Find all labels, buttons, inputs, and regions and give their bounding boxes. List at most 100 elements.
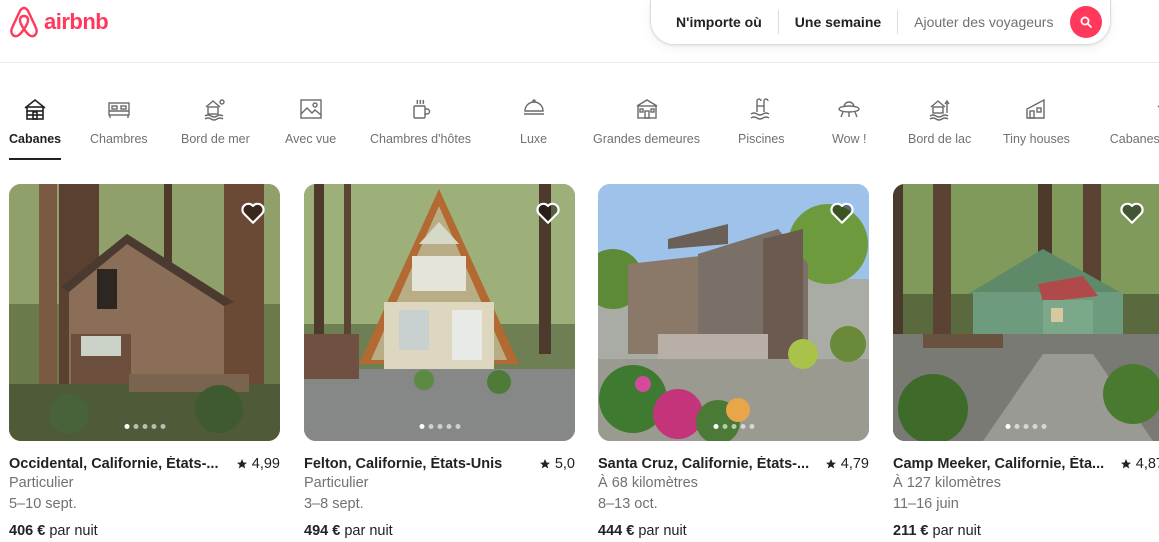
pagination-dot[interactable]	[455, 424, 460, 429]
category-grandes-demeures[interactable]: Grandes demeures	[593, 63, 700, 161]
listing-card[interactable]: Occidental, Californie, États-... 4,99 P…	[9, 184, 280, 539]
category-chambres-d-hotes[interactable]: Chambres d'hôtes	[370, 63, 471, 161]
pagination-dot[interactable]	[749, 424, 754, 429]
category-label: Chambres	[90, 132, 148, 146]
category-cabanes-perchees[interactable]: Cabanes p	[1101, 63, 1159, 161]
cabin-icon	[22, 96, 48, 122]
listing-card[interactable]: Santa Cruz, Californie, États-... 4,79 À…	[598, 184, 869, 539]
brand-name: airbnb	[44, 9, 109, 34]
photo-pagination	[419, 424, 460, 429]
listing-photo[interactable]	[9, 184, 280, 441]
listing-dates: 11–16 juin	[893, 496, 959, 512]
pagination-dot[interactable]	[160, 424, 165, 429]
search-bar[interactable]: N'importe où Une semaine Ajouter des voy…	[650, 0, 1111, 45]
heart-icon[interactable]	[535, 200, 561, 226]
listing-location: Santa Cruz, Californie, États-...	[598, 455, 810, 472]
heart-icon[interactable]	[240, 200, 266, 226]
star-icon	[236, 458, 247, 468]
pagination-dot[interactable]	[731, 424, 736, 429]
pagination-dot[interactable]	[428, 424, 433, 429]
listing-dates: 8–13 oct.	[598, 496, 658, 512]
category-label: Piscines	[738, 132, 785, 146]
search-icon	[1080, 16, 1092, 28]
photo-pagination	[713, 424, 754, 429]
listing-rating: 4,99	[236, 456, 280, 472]
airbnb-logo-icon	[10, 6, 38, 38]
listing-rating: 4,79	[825, 456, 869, 472]
listing-price: 494 €	[304, 523, 341, 539]
category-bord-de-mer[interactable]: Bord de mer	[181, 63, 250, 161]
listing-info: Occidental, Californie, États-... 4,99 P…	[9, 441, 280, 540]
star-icon	[1120, 458, 1131, 468]
listing-info: Felton, Californie, États-Unis 5,0 Parti…	[304, 441, 575, 540]
pool-icon	[748, 96, 774, 122]
search-when[interactable]: Une semaine	[779, 0, 897, 44]
coffee-icon	[408, 96, 434, 122]
listing-location: Camp Meeker, Californie, Éta...	[893, 455, 1105, 472]
bed-icon	[106, 96, 132, 122]
listing-info: Camp Meeker, Californie, Éta... 4,87 À 1…	[893, 441, 1159, 540]
listing-dates: 5–10 sept.	[9, 496, 77, 512]
search-who[interactable]: Ajouter des voyageurs	[898, 0, 1053, 44]
pagination-dot[interactable]	[740, 424, 745, 429]
category-label: Tiny houses	[1003, 132, 1070, 146]
listing-photo[interactable]	[598, 184, 869, 441]
rating-value: 4,99	[251, 455, 280, 472]
category-cabanes[interactable]: Cabanes	[9, 63, 62, 161]
pagination-dot[interactable]	[1014, 424, 1020, 429]
photo-pagination	[1005, 424, 1047, 429]
pagination-dot[interactable]	[713, 424, 718, 429]
lake-icon	[927, 96, 953, 122]
price-suffix: par nuit	[932, 523, 981, 539]
pagination-dot[interactable]	[1041, 424, 1047, 429]
rating-value: 5,0	[554, 455, 575, 472]
category-label: Cabanes	[9, 132, 62, 146]
category-luxe[interactable]: Luxe	[520, 63, 547, 161]
pagination-dot[interactable]	[142, 424, 147, 429]
category-label: Grandes demeures	[593, 132, 701, 146]
search-button[interactable]	[1070, 6, 1102, 38]
category-bord-de-lac[interactable]: Bord de lac	[908, 63, 971, 161]
pagination-dot[interactable]	[124, 424, 129, 429]
pagination-dot[interactable]	[1032, 424, 1038, 429]
pagination-dot[interactable]	[1005, 424, 1011, 429]
listing-price: 406 €	[9, 523, 46, 539]
listing-photo[interactable]	[893, 184, 1159, 441]
pagination-dot[interactable]	[437, 424, 442, 429]
listing-photo[interactable]	[304, 184, 575, 441]
view-icon	[298, 96, 324, 122]
star-icon	[825, 458, 836, 468]
ufo-icon	[836, 96, 862, 122]
heart-icon[interactable]	[829, 200, 855, 226]
category-piscines[interactable]: Piscines	[738, 63, 785, 161]
price-suffix: par nuit	[49, 523, 98, 539]
pagination-dot[interactable]	[446, 424, 451, 429]
category-label: Cabanes p	[1109, 132, 1159, 146]
heart-icon[interactable]	[1119, 200, 1145, 226]
tiny-house-icon	[1023, 96, 1049, 122]
listing-host-type: Particulier	[304, 475, 369, 491]
pagination-dot[interactable]	[133, 424, 138, 429]
search-where[interactable]: N'importe où	[651, 0, 778, 44]
top-header: airbnb N'importe où Une semaine Ajouter …	[0, 0, 1159, 63]
listing-price-line: 494 € par nuit	[304, 523, 575, 539]
pagination-dot[interactable]	[722, 424, 727, 429]
airbnb-logo[interactable]: airbnb	[8, 5, 109, 39]
listing-card[interactable]: Camp Meeker, Californie, Éta... 4,87 À 1…	[893, 184, 1159, 539]
category-tiny-houses[interactable]: Tiny houses	[1003, 63, 1070, 161]
category-wow[interactable]: Wow !	[832, 63, 867, 161]
photo-pagination	[124, 424, 165, 429]
pagination-dot[interactable]	[151, 424, 156, 429]
listing-price-line: 406 € par nuit	[9, 523, 280, 539]
listing-location: Felton, Californie, États-Unis	[304, 455, 503, 472]
pagination-dot[interactable]	[1023, 424, 1029, 429]
pagination-dot[interactable]	[419, 424, 424, 429]
beach-icon	[202, 96, 228, 122]
listing-card[interactable]: Felton, Californie, États-Unis 5,0 Parti…	[304, 184, 575, 539]
listing-price: 444 €	[598, 523, 635, 539]
category-avec-vue[interactable]: Avec vue	[285, 63, 336, 161]
listing-rating: 4,87	[1120, 456, 1159, 472]
listing-host-type: Particulier	[9, 475, 74, 491]
category-label: Avec vue	[285, 132, 337, 146]
category-chambres[interactable]: Chambres	[90, 63, 148, 161]
